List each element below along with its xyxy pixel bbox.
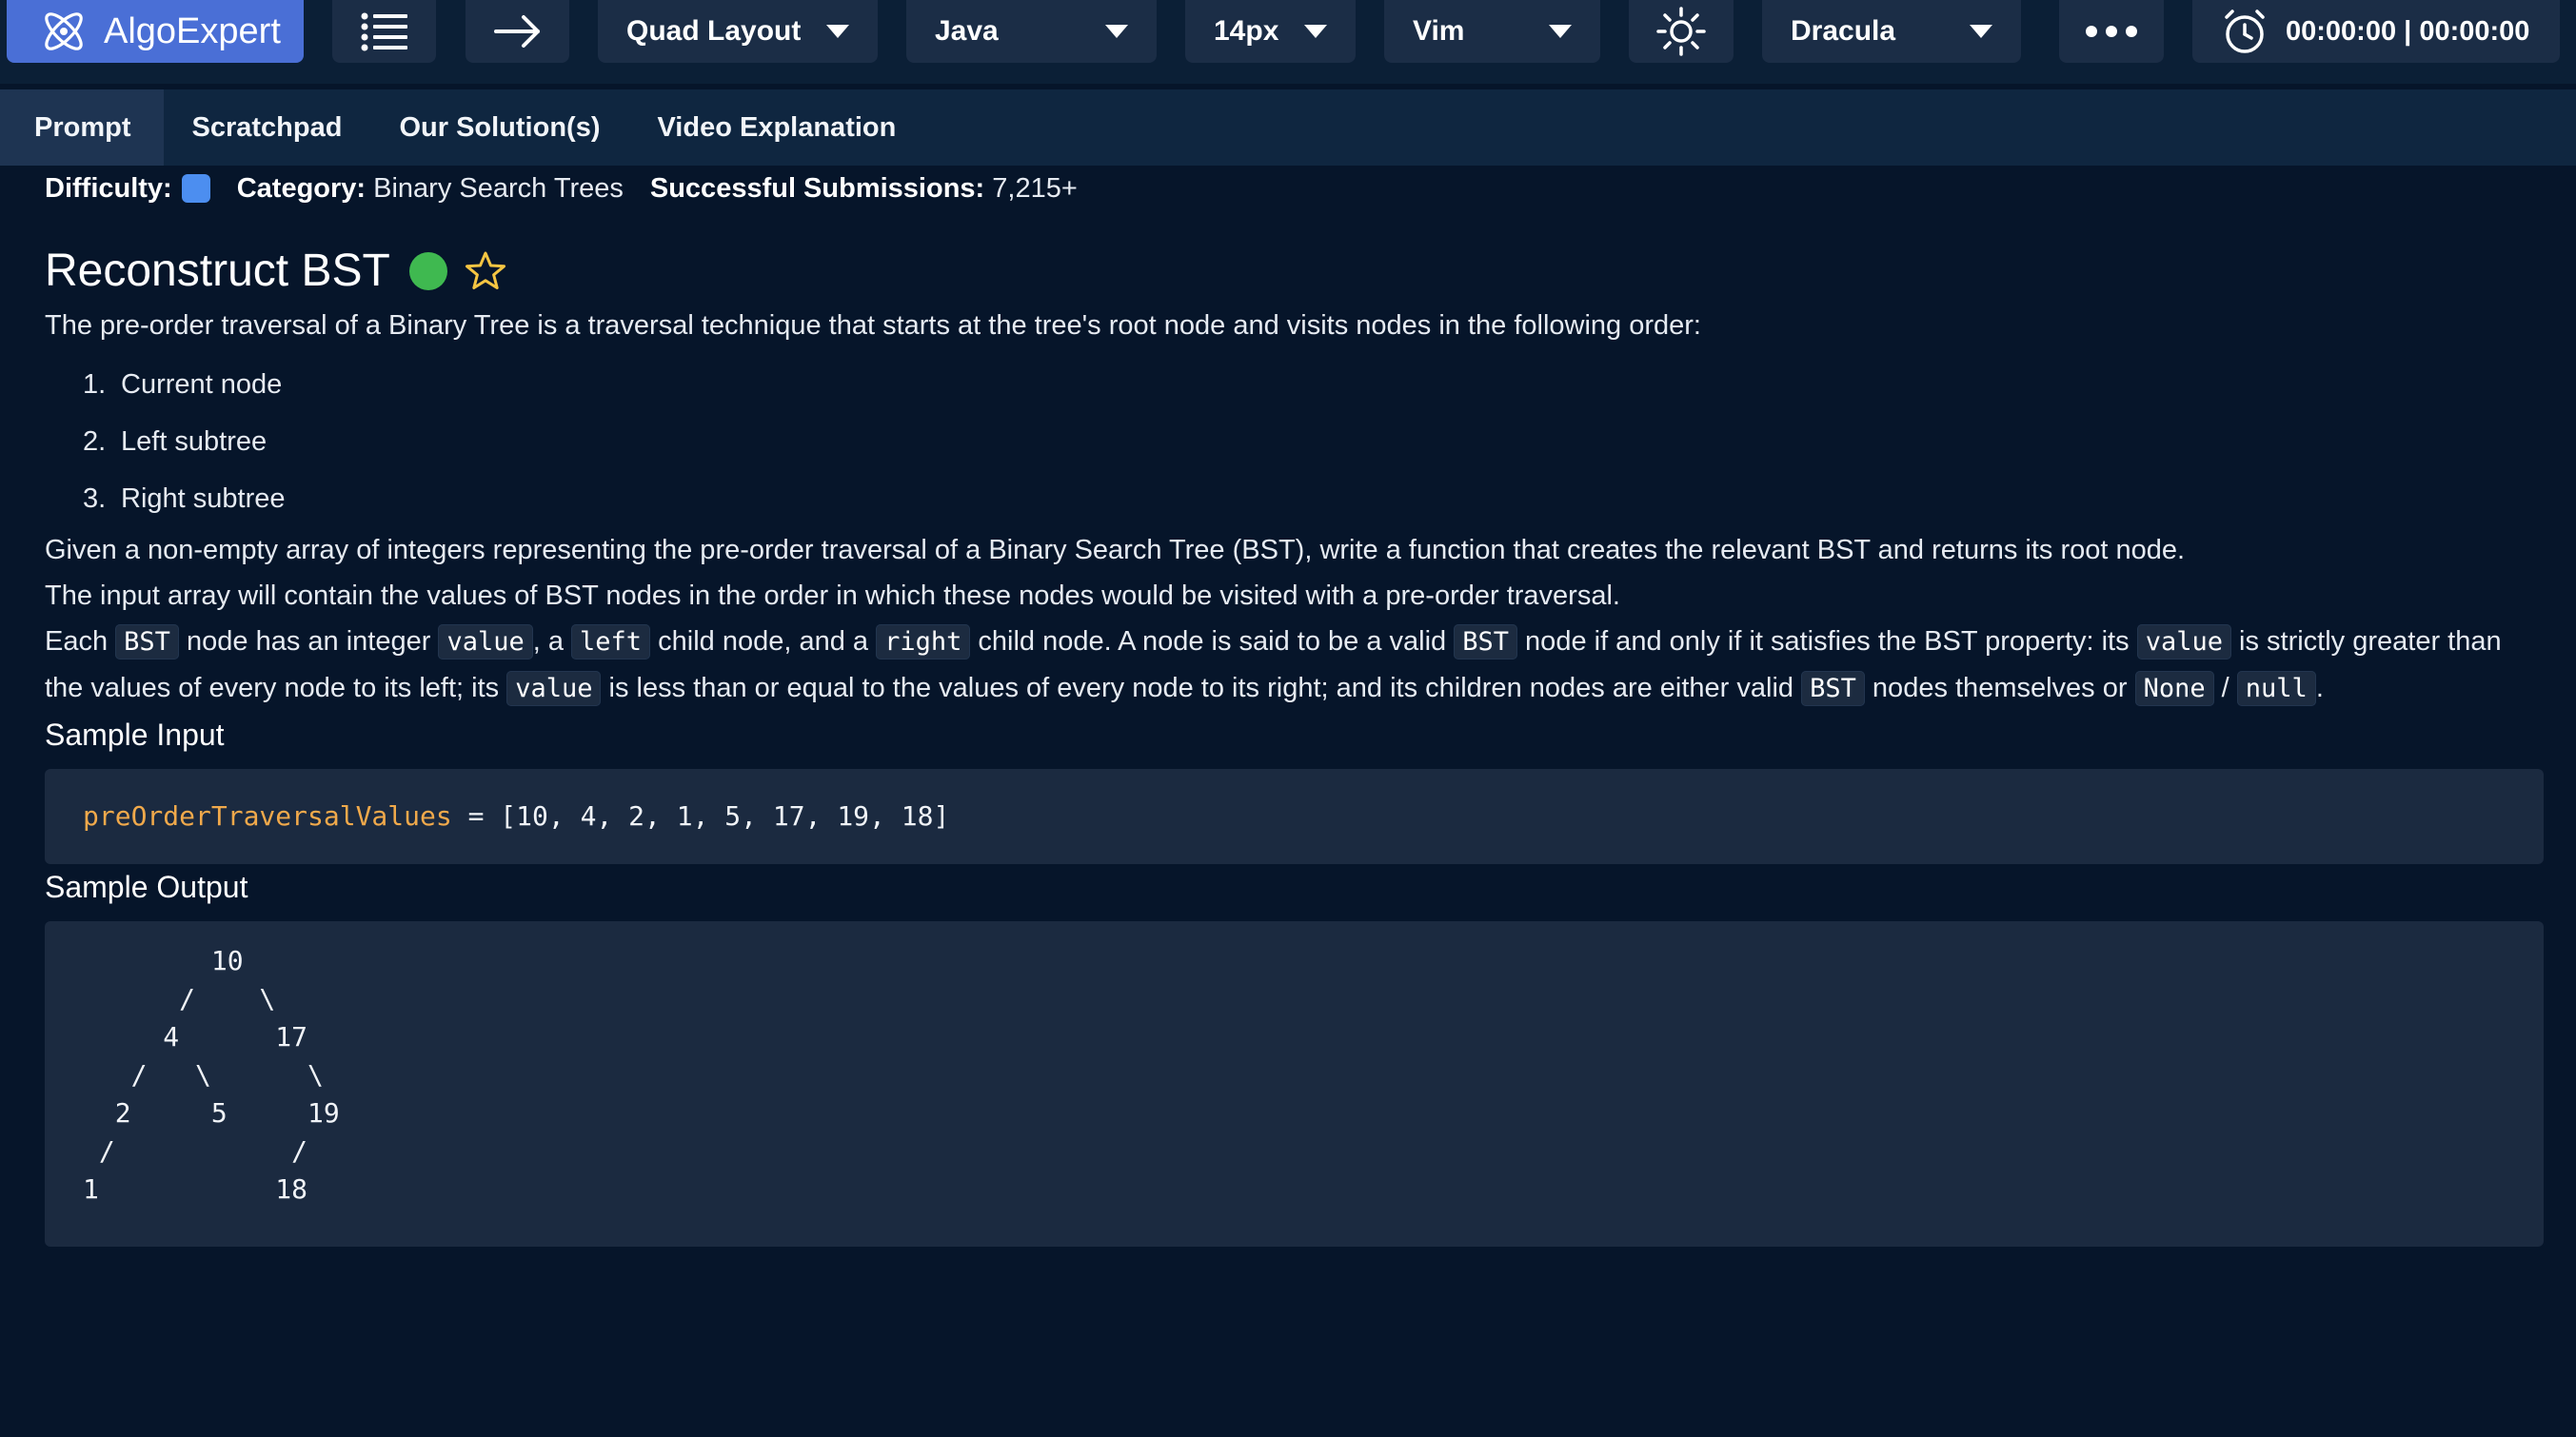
list-item: 2. Left subtree [83,426,268,457]
top-toolbar: AlgoExpert Quad Layout Java 14px Vim Dra… [0,0,2576,84]
inline-code: None [2134,671,2214,706]
keymap-dropdown-label: Vim [1413,15,1465,47]
font-size-dropdown-label: 14px [1214,15,1279,47]
input-variable-name: preOrderTraversalValues [83,800,452,832]
language-dropdown[interactable]: Java [906,0,1157,63]
brand-logo-button[interactable]: AlgoExpert [7,0,304,63]
chevron-down-icon [1304,25,1327,38]
category-label: Category: [236,173,367,204]
tab-our-solutions[interactable]: Our Solution(s) [370,89,628,166]
chevron-down-icon [1549,25,1572,38]
sun-icon [1656,7,1706,56]
more-dots-icon [2086,26,2137,37]
inline-code: value [2136,624,2231,659]
inline-code: value [438,624,533,659]
star-icon[interactable] [465,250,506,292]
inline-code: BST [1801,671,1865,706]
next-question-button[interactable] [466,0,569,63]
category-value: Binary Search Trees [373,173,624,204]
question-list-button[interactable] [332,0,436,63]
theme-dropdown[interactable]: Dracula [1762,0,2021,63]
chevron-down-icon [1970,25,1992,38]
stopwatch-icon [2225,10,2265,53]
inline-code: BST [1454,624,1517,659]
layout-dropdown[interactable]: Quad Layout [598,0,878,63]
brand-name: AlgoExpert [104,10,281,51]
theme-toggle-button[interactable] [1629,0,1734,63]
arrow-right-icon [493,15,540,48]
sample-input-heading: Sample Input [45,718,225,752]
inline-code: BST [115,624,179,659]
tab-video-explanation[interactable]: Video Explanation [628,89,924,166]
task-paragraph: Given a non-empty array of integers repr… [45,535,2186,565]
submissions-value: 7,215+ [992,173,1078,204]
prompt-content: Difficulty: Category: Binary Search Tree… [45,167,2544,1247]
chevron-down-icon [826,25,849,38]
sample-output-heading: Sample Output [45,870,248,904]
sample-output-tree: 10 / \ 4 17 / \ \ 2 5 19 / / 1 18 [45,921,2544,1247]
submissions-label: Successful Submissions: [649,173,985,204]
difficulty-label: Difficulty: [45,173,172,204]
traversal-steps-list: 1. Current node 2. Left subtree 3. Right su… [45,356,2544,527]
inline-code: null [2236,671,2316,706]
timer-readout: 00:00:00 | 00:00:00 [2286,15,2530,47]
input-array: = [10, 4, 2, 1, 5, 17, 19, 18] [451,800,950,832]
inline-code: value [506,671,602,706]
layout-dropdown-label: Quad Layout [626,15,802,47]
difficulty-badge [181,174,210,203]
list-icon [361,12,407,51]
completion-status-icon [408,252,447,290]
algoexpert-logo-icon [45,12,83,50]
list-item: 3. Right subtree [83,483,286,514]
prompt-tabs: Prompt Scratchpad Our Solution(s) Video … [0,89,2576,166]
more-options-button[interactable] [2059,0,2164,63]
inline-code: right [876,624,971,659]
question-meta: Difficulty: Category: Binary Search Tree… [45,167,2544,209]
input-description-paragraph: The input array will contain the values … [45,581,1620,611]
bst-definition-paragraph: Each BST node has an integer value, a le… [45,619,2544,712]
theme-dropdown-label: Dracula [1791,15,1896,47]
tab-prompt[interactable]: Prompt [0,89,164,166]
inline-code: left [571,624,651,659]
chevron-down-icon [1105,25,1128,38]
font-size-dropdown[interactable]: 14px [1185,0,1356,63]
language-dropdown-label: Java [935,15,999,47]
tab-scratchpad[interactable]: Scratchpad [164,89,371,166]
timer-button[interactable]: 00:00:00 | 00:00:00 [2192,0,2560,63]
problem-title-row: Reconstruct BST [45,240,2544,303]
list-item: 1. Current node [83,369,283,400]
sample-input-code: preOrderTraversalValues = [10, 4, 2, 1, … [45,769,2544,864]
intro-paragraph: The pre-order traversal of a Binary Tree… [45,310,1701,341]
problem-title: Reconstruct BST [45,246,390,296]
keymap-dropdown[interactable]: Vim [1384,0,1600,63]
